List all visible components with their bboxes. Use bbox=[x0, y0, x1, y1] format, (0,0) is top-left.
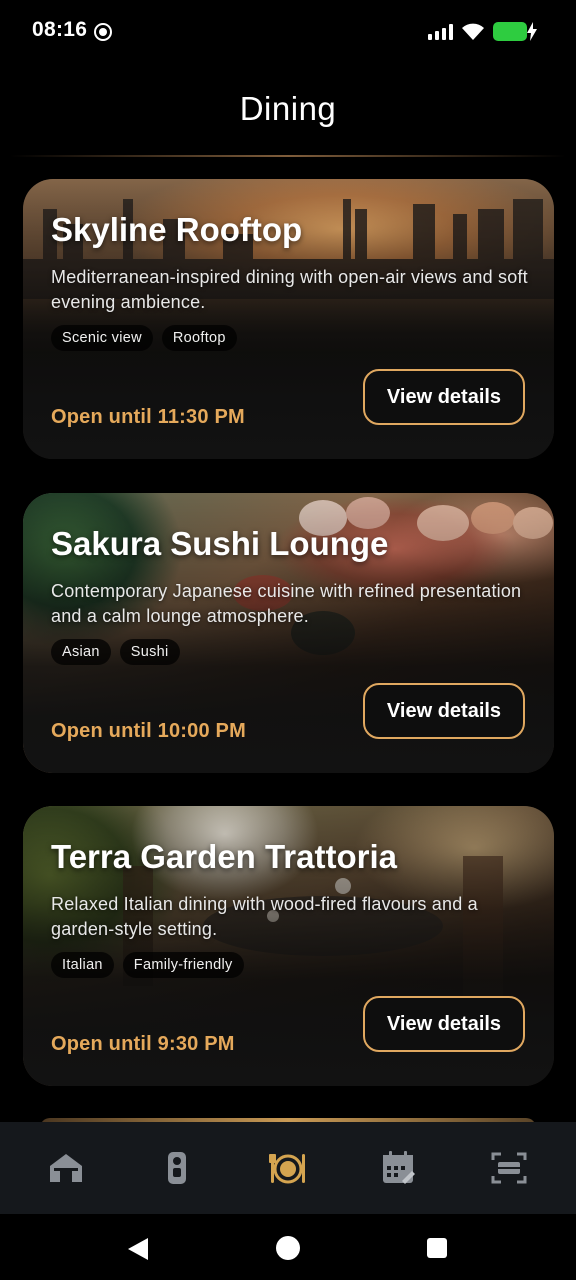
nav-dining[interactable] bbox=[268, 1148, 308, 1188]
restaurant-description: Contemporary Japanese cuisine with refin… bbox=[51, 581, 522, 626]
restaurant-name: Sakura Sushi Lounge bbox=[51, 525, 389, 562]
page-title: Dining bbox=[239, 90, 337, 127]
tag: Italian bbox=[51, 952, 114, 978]
back-icon[interactable] bbox=[126, 1236, 150, 1262]
tag: Rooftop bbox=[161, 325, 237, 351]
home-circle-icon[interactable] bbox=[276, 1236, 300, 1260]
screen-record-icon bbox=[94, 23, 112, 41]
opening-hours: Open until 11:30 PM bbox=[51, 406, 245, 428]
status-bar: 08:16 bbox=[0, 0, 576, 64]
tag: Sushi bbox=[119, 639, 180, 665]
nav-home[interactable] bbox=[46, 1148, 86, 1188]
dining-plate-icon bbox=[269, 1154, 305, 1184]
battery-charging-icon bbox=[527, 22, 537, 41]
wifi-icon bbox=[462, 23, 484, 40]
view-details-button[interactable]: View details bbox=[363, 683, 525, 739]
tag: Asian bbox=[51, 639, 111, 665]
scan-icon bbox=[491, 1152, 527, 1184]
bottom-navigation bbox=[0, 1122, 576, 1214]
restaurant-card[interactable]: Sakura Sushi Lounge Contemporary Japanes… bbox=[23, 493, 554, 773]
tag-list: Italian Family-friendly bbox=[51, 952, 244, 978]
home-icon bbox=[50, 1154, 82, 1182]
restaurant-card[interactable]: Skyline Rooftop Mediterranean-inspired d… bbox=[23, 179, 554, 459]
system-navigation-bar bbox=[0, 1214, 576, 1280]
restaurant-description: Mediterranean-inspired dining with open-… bbox=[51, 267, 528, 312]
opening-hours: Open until 9:30 PM bbox=[51, 1033, 235, 1055]
battery-icon bbox=[493, 22, 527, 41]
view-details-button[interactable]: View details bbox=[363, 369, 525, 425]
header-divider bbox=[10, 155, 566, 157]
restaurant-description: Relaxed Italian dining with wood-fired f… bbox=[51, 894, 478, 939]
restaurant-card[interactable]: Terra Garden Trattoria Relaxed Italian d… bbox=[23, 806, 554, 1086]
tag-list: Asian Sushi bbox=[51, 639, 180, 665]
recents-icon[interactable] bbox=[427, 1238, 447, 1258]
tag-list: Scenic view Rooftop bbox=[51, 325, 237, 351]
restaurant-name: Terra Garden Trattoria bbox=[51, 838, 398, 875]
nav-calendar[interactable] bbox=[378, 1148, 418, 1188]
tag: Scenic view bbox=[51, 325, 153, 351]
view-details-button[interactable]: View details bbox=[363, 996, 525, 1052]
nav-scan[interactable] bbox=[489, 1148, 529, 1188]
tag: Family-friendly bbox=[122, 952, 244, 978]
door-key-icon bbox=[168, 1152, 186, 1184]
calendar-icon bbox=[383, 1151, 415, 1184]
nav-room-key[interactable] bbox=[157, 1148, 197, 1188]
opening-hours: Open until 10:00 PM bbox=[51, 720, 246, 742]
status-time: 08:16 bbox=[32, 18, 88, 41]
cell-signal-icon bbox=[428, 24, 454, 40]
restaurant-name: Skyline Rooftop bbox=[51, 211, 303, 248]
